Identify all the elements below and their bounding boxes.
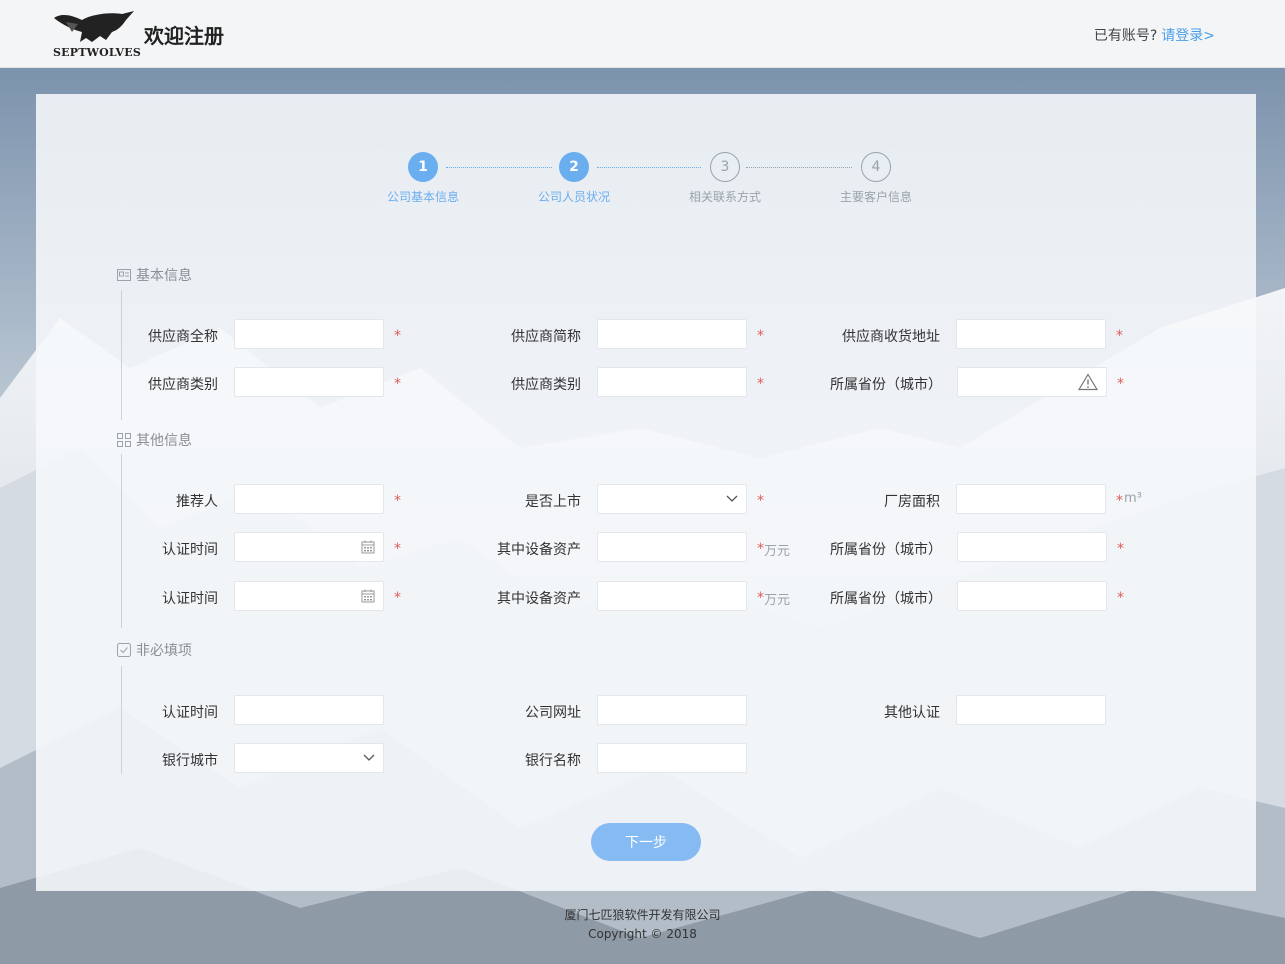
required-mark: *: [757, 493, 764, 509]
step-label: 公司人员状况: [537, 190, 610, 204]
step-2: 2 公司人员状况: [519, 152, 629, 205]
cert-time-label: 认证时间: [162, 542, 218, 558]
cert-time-date-input[interactable]: [234, 581, 384, 611]
section-label: 其他信息: [136, 433, 192, 449]
next-step-button[interactable]: 下一步: [591, 823, 701, 861]
referrer-input[interactable]: [234, 484, 384, 514]
province-label: 所属省份（城市）: [830, 591, 942, 607]
required-mark: *: [394, 328, 401, 344]
factory-area-label: 厂房面积: [884, 494, 940, 510]
province-label: 所属省份（城市）: [830, 542, 942, 558]
listed-label: 是否上市: [525, 494, 581, 510]
required-mark: *: [757, 328, 764, 344]
referrer-label: 推荐人: [176, 494, 218, 510]
calendar-icon: [361, 540, 375, 554]
required-mark: *: [394, 590, 401, 606]
section-label: 非必填项: [136, 643, 192, 659]
registration-panel: 1 公司基本信息 2 公司人员状况 3 相关联系方式 4 主要客户信息 基本信息…: [36, 94, 1256, 891]
required-mark: *: [757, 590, 764, 606]
chevron-down-icon: [363, 754, 375, 761]
supplier-category-input[interactable]: [234, 367, 384, 397]
supplier-category-label: 供应商类别: [148, 377, 218, 393]
required-mark: *: [1117, 541, 1124, 557]
unit-wan-yuan: 万元: [764, 544, 791, 559]
has-account-text: 已有账号?: [1093, 28, 1158, 44]
warning-icon: [1078, 373, 1098, 391]
footer-company: 厦门七匹狼软件开发有限公司: [564, 908, 721, 922]
required-mark: *: [394, 541, 401, 557]
equipment-assets-input[interactable]: [597, 581, 747, 611]
unit-wan-yuan: 万元: [764, 593, 791, 608]
supplier-short-name-input[interactable]: [597, 319, 747, 349]
equipment-assets-label: 其中设备资产: [497, 542, 581, 558]
required-mark: *: [394, 376, 401, 392]
cert-time-date-input[interactable]: [234, 532, 384, 562]
step-number: 2: [559, 152, 589, 182]
supplier-full-name-input[interactable]: [234, 319, 384, 349]
footer-copyright: Copyright © 2018: [588, 927, 697, 941]
required-mark: *: [1117, 590, 1124, 606]
equipment-assets-label: 其中设备资产: [497, 591, 581, 607]
grid-icon: [117, 433, 131, 447]
bank-name-input[interactable]: [597, 743, 747, 773]
supplier-address-input[interactable]: [956, 319, 1106, 349]
id-card-icon: [117, 269, 131, 281]
login-link[interactable]: 请登录>: [1161, 28, 1215, 44]
province-input[interactable]: [957, 367, 1107, 397]
required-mark: *: [394, 493, 401, 509]
province-input[interactable]: [957, 581, 1107, 611]
listed-select[interactable]: [597, 484, 747, 514]
checklist-icon: [117, 643, 131, 657]
top-header: SEPTWOLVES 欢迎注册 已有账号? 请登录>: [0, 0, 1285, 68]
supplier-short-name-label: 供应商简称: [511, 329, 581, 345]
bank-name-label: 银行名称: [525, 753, 581, 769]
company-website-input[interactable]: [597, 695, 747, 725]
required-mark: *: [1117, 376, 1124, 392]
step-3: 3 相关联系方式: [670, 152, 780, 205]
login-hint: 已有账号? 请登录>: [1094, 25, 1215, 45]
step-number: 1: [408, 152, 438, 182]
section-other-title: 其他信息: [116, 430, 192, 450]
cert-time-label: 认证时间: [162, 591, 218, 607]
bank-city-label: 银行城市: [162, 753, 218, 769]
calendar-icon: [361, 589, 375, 603]
section-optional-title: 非必填项: [116, 640, 192, 660]
section-divider-line: [121, 290, 122, 420]
other-cert-label: 其他认证: [884, 705, 940, 721]
cert-time-input[interactable]: [234, 695, 384, 725]
province-label: 所属省份（城市）: [830, 377, 942, 393]
page-title: 欢迎注册: [144, 24, 224, 48]
required-mark: *: [757, 376, 764, 392]
step-label: 公司基本信息: [386, 190, 459, 204]
chevron-down-icon: [726, 495, 738, 502]
required-mark: *: [757, 541, 764, 557]
step-number: 3: [710, 152, 740, 182]
cert-time-label: 认证时间: [162, 705, 218, 721]
supplier-category-label: 供应商类别: [511, 377, 581, 393]
supplier-address-label: 供应商收货地址: [842, 329, 940, 345]
footer: 厦门七匹狼软件开发有限公司 Copyright © 2018: [0, 906, 1285, 944]
unit-area: m³: [1124, 491, 1142, 506]
section-basic-title: 基本信息: [116, 265, 192, 285]
required-mark: *: [1116, 328, 1123, 344]
step-number: 4: [861, 152, 891, 182]
step-1: 1 公司基本信息: [368, 152, 478, 205]
step-4: 4 主要客户信息: [821, 152, 931, 205]
supplier-full-name-label: 供应商全称: [148, 329, 218, 345]
bank-city-select[interactable]: [234, 743, 384, 773]
equipment-assets-input[interactable]: [597, 532, 747, 562]
step-label: 相关联系方式: [688, 190, 761, 204]
company-website-label: 公司网址: [525, 705, 581, 721]
required-mark: *: [1116, 493, 1123, 509]
province-input[interactable]: [957, 532, 1107, 562]
factory-area-input[interactable]: [956, 484, 1106, 514]
other-cert-input[interactable]: [956, 695, 1106, 725]
section-label: 基本信息: [136, 268, 192, 284]
step-label: 主要客户信息: [839, 190, 912, 204]
brand-name: SEPTWOLVES: [53, 46, 142, 59]
supplier-category-input[interactable]: [597, 367, 747, 397]
